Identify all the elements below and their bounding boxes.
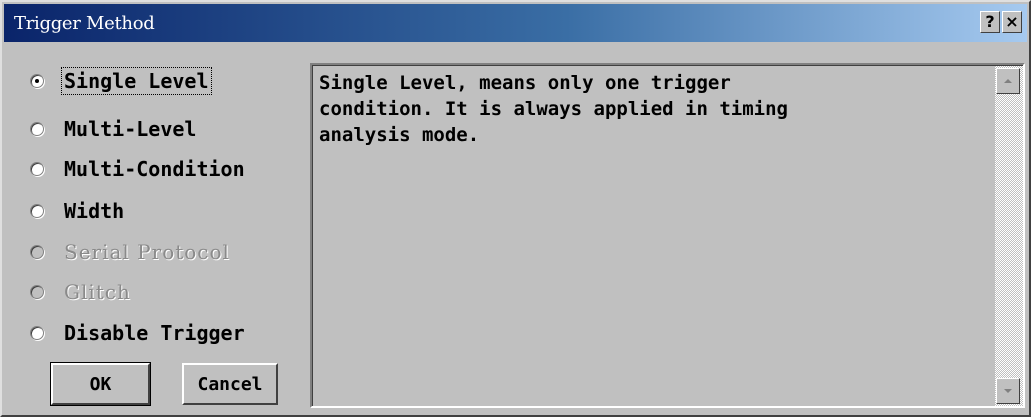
description-frame: Single Level, means only one trigger con…	[312, 65, 1023, 406]
trigger-method-dialog: Trigger Method ? × Single Level Multi-Le…	[0, 0, 1031, 417]
scroll-down-button[interactable]	[996, 378, 1020, 404]
option-label: Disable Trigger	[64, 321, 245, 345]
option-glitch: Glitch	[30, 275, 133, 309]
option-label: Single Level	[61, 67, 212, 95]
scroll-up-button[interactable]	[996, 68, 1020, 94]
title-bar[interactable]: Trigger Method ? ×	[4, 4, 1027, 42]
ok-button[interactable]: OK	[50, 362, 151, 406]
option-disable-trigger[interactable]: Disable Trigger	[30, 316, 247, 350]
option-single-level[interactable]: Single Level	[30, 64, 212, 98]
arrow-up-icon	[1004, 79, 1012, 83]
description-box[interactable]: Single Level, means only one trigger con…	[310, 63, 1025, 408]
dialog-title: Trigger Method	[14, 13, 155, 34]
radio-button[interactable]	[30, 204, 44, 218]
radio-button	[30, 245, 44, 259]
option-label: Glitch	[64, 280, 131, 304]
option-label: Multi-Level	[64, 117, 197, 141]
radio-button[interactable]	[30, 74, 44, 88]
option-width[interactable]: Width	[30, 194, 126, 228]
radio-button[interactable]	[30, 162, 44, 176]
close-button[interactable]: ×	[1002, 11, 1022, 33]
arrow-down-icon	[1004, 389, 1012, 393]
option-multi-level[interactable]: Multi-Level	[30, 112, 198, 146]
option-serial-protocol: Serial Protocol	[30, 235, 232, 269]
vertical-scrollbar[interactable]	[995, 66, 1023, 406]
radio-button	[30, 285, 44, 299]
cancel-button[interactable]: Cancel	[182, 363, 278, 405]
option-label: Serial Protocol	[64, 240, 230, 264]
option-multi-condition[interactable]: Multi-Condition	[30, 152, 247, 186]
description-text: Single Level, means only one trigger con…	[319, 72, 788, 146]
option-label: Width	[64, 199, 125, 223]
option-label: Multi-Condition	[64, 157, 245, 181]
radio-button[interactable]	[30, 122, 44, 136]
help-button[interactable]: ?	[980, 11, 1000, 33]
radio-button[interactable]	[30, 326, 44, 340]
